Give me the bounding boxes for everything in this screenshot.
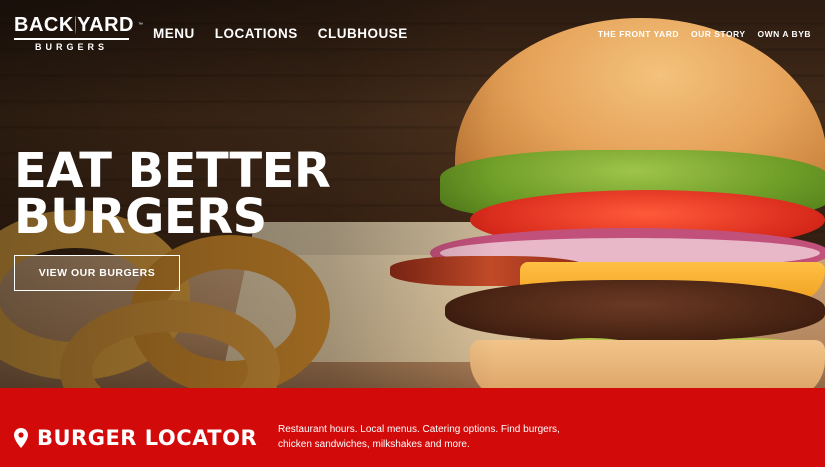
nav-link-front-yard[interactable]: THE FRONT YARD bbox=[598, 29, 679, 39]
burger-locator-bar[interactable]: BURGER LOCATOR Restaurant hours. Local m… bbox=[0, 388, 825, 467]
view-burgers-button[interactable]: VIEW OUR BURGERS bbox=[14, 255, 180, 291]
nav-link-menu[interactable]: MENU bbox=[153, 26, 195, 41]
nav-link-own-a-byb[interactable]: OWN A BYB bbox=[758, 29, 811, 39]
headline-line-2: BURGERS bbox=[14, 189, 267, 245]
brand-logo[interactable]: BACK YARD ™ BURGERS bbox=[14, 14, 143, 56]
main-nav: MENU LOCATIONS CLUBHOUSE bbox=[153, 26, 408, 41]
locator-description: Restaurant hours. Local menus. Catering … bbox=[278, 424, 560, 450]
locator-title[interactable]: BURGER LOCATOR bbox=[37, 426, 257, 450]
top-navigation: BACK YARD ™ BURGERS MENU LOCATIONS CLUBH… bbox=[0, 0, 825, 70]
logo-wordmark: BACK YARD bbox=[14, 14, 134, 36]
headline-line-1: EAT BETTER bbox=[14, 143, 331, 199]
hero-headline: EAT BETTER BURGERS bbox=[14, 143, 331, 245]
flame-icon bbox=[74, 16, 77, 34]
nav-link-locations[interactable]: LOCATIONS bbox=[215, 26, 298, 41]
nav-link-clubhouse[interactable]: CLUBHOUSE bbox=[318, 26, 408, 41]
logo-text-yard: YARD bbox=[77, 14, 134, 36]
nav-link-our-story[interactable]: OUR STORY bbox=[691, 29, 746, 39]
secondary-nav: THE FRONT YARD OUR STORY OWN A BYB bbox=[598, 29, 811, 39]
trademark-symbol: ™ bbox=[138, 22, 143, 28]
map-pin-icon bbox=[14, 428, 28, 448]
logo-text-back: BACK bbox=[14, 14, 74, 36]
logo-divider bbox=[14, 38, 129, 40]
logo-subtext: BURGERS bbox=[34, 42, 108, 52]
